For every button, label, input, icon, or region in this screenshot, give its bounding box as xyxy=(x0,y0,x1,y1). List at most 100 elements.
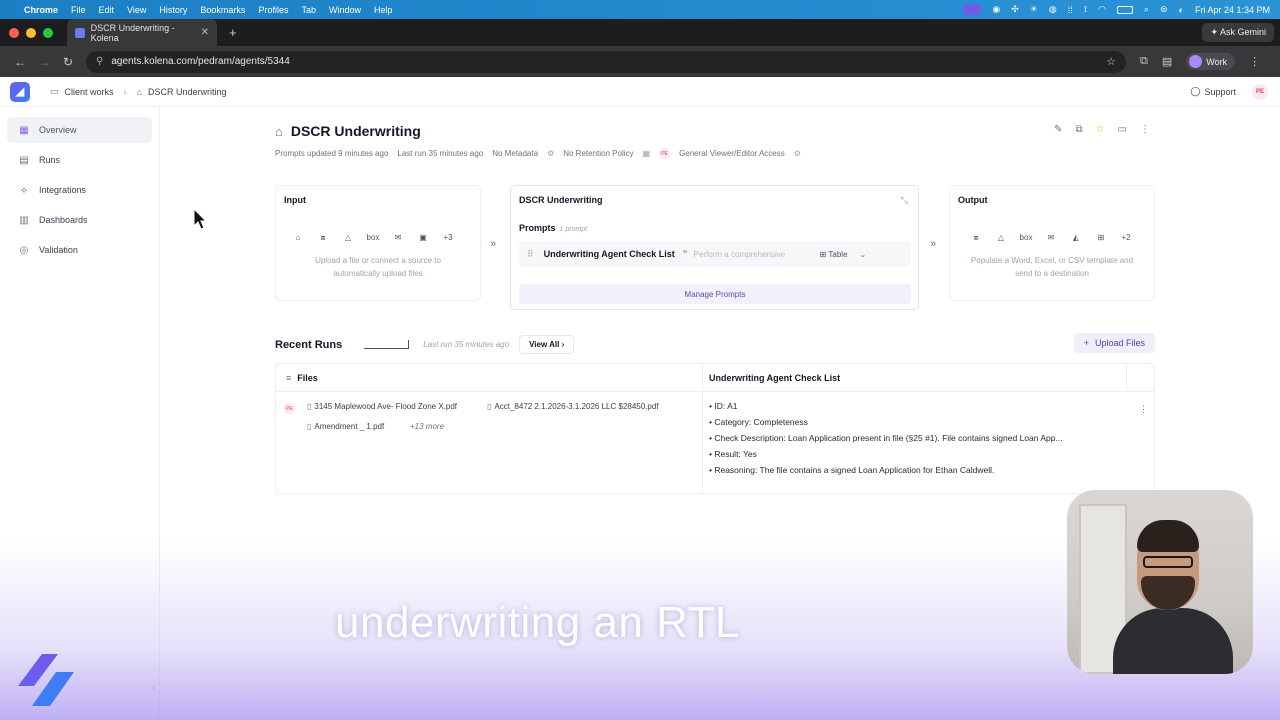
search-icon[interactable]: ⌕ xyxy=(1144,4,1149,15)
sidebar-item-integrations[interactable]: ⟡ Integrations xyxy=(7,177,152,203)
breadcrumb-current[interactable]: DSCR Underwriting xyxy=(148,87,227,97)
slack-icon[interactable]: ✣ xyxy=(1011,4,1019,15)
chrome-menu-icon[interactable]: ⋮ xyxy=(1249,55,1260,68)
file-chip[interactable]: ▯ 3145 Maplewood Ave- Flood Zone X.pdf xyxy=(307,402,457,411)
menu-tab[interactable]: Tab xyxy=(301,5,316,15)
chevron-down-icon[interactable]: ⌄ xyxy=(860,250,867,259)
profile-button[interactable]: Work xyxy=(1186,53,1236,70)
close-window-icon[interactable] xyxy=(9,27,19,38)
ask-gemini-button[interactable]: ✦ Ask Gemini xyxy=(1202,23,1274,42)
user-avatar[interactable]: PE xyxy=(1252,83,1268,100)
new-tab-icon[interactable]: + xyxy=(229,25,237,40)
scan-source-icon[interactable]: ⧈ xyxy=(315,233,331,243)
site-info-icon[interactable]: ⚲ xyxy=(96,56,103,67)
sidebar-item-overview[interactable]: ▦ Overview xyxy=(7,117,152,143)
prompt-type[interactable]: ⊞ Table xyxy=(820,250,848,259)
gmail-icon[interactable]: ▣ xyxy=(415,233,431,243)
side-panel-icon[interactable]: ▤ xyxy=(1162,55,1172,68)
menu-bookmarks[interactable]: Bookmarks xyxy=(200,5,245,15)
bank-icon: ⌂ xyxy=(136,86,142,97)
cast-icon[interactable]: ⟟ xyxy=(1084,4,1087,15)
scan-destination-icon[interactable]: ⧈ xyxy=(968,233,984,243)
menu-view[interactable]: View xyxy=(127,5,146,15)
more-sources[interactable]: +3 xyxy=(440,233,456,243)
duplicate-icon[interactable]: ⧉ xyxy=(1075,124,1082,135)
screen-record-icon[interactable] xyxy=(963,4,982,15)
agent-meta: Prompts updated 9 minutes ago Last run 3… xyxy=(275,148,801,159)
chat-bubble-icon[interactable]: ▭ xyxy=(1118,124,1127,135)
menu-history[interactable]: History xyxy=(159,5,187,15)
email-icon[interactable]: ✉ xyxy=(390,233,406,243)
menu-edit[interactable]: Edit xyxy=(99,5,115,15)
table-destination-icon[interactable]: ⊞ xyxy=(1093,233,1109,243)
onedrive-icon[interactable]: ◭ xyxy=(1068,233,1084,243)
column-header-check-list[interactable]: Underwriting Agent Check List xyxy=(703,364,1127,392)
menubar-clock[interactable]: Fri Apr 24 1:34 PM xyxy=(1195,5,1270,15)
access-status: General Viewer/Editor Access xyxy=(679,149,785,158)
metadata-settings-icon[interactable]: ⚙ xyxy=(547,149,554,158)
menu-file[interactable]: File xyxy=(71,5,86,15)
battery-icon[interactable] xyxy=(1116,5,1133,14)
grid-dots-icon[interactable]: ⁞⁞ xyxy=(1068,5,1073,15)
view-all-button[interactable]: View All › xyxy=(519,335,575,354)
control-center-icon[interactable]: ⊜ xyxy=(1160,4,1168,15)
forward-icon[interactable]: → xyxy=(32,55,56,69)
prompt-row[interactable]: ⠿ Underwriting Agent Check List ❞ Perfor… xyxy=(519,241,911,267)
box-icon[interactable]: box xyxy=(365,233,381,243)
file-name: Amendment _ 1.pdf xyxy=(314,422,385,431)
bookmark-star-icon[interactable]: ☆ xyxy=(1106,55,1116,68)
access-settings-icon[interactable]: ⚙ xyxy=(794,149,801,158)
menu-window[interactable]: Window xyxy=(329,5,361,15)
support-link[interactable]: ◯ Support xyxy=(1190,86,1236,97)
row-more-icon[interactable]: ⋮ xyxy=(1139,404,1148,415)
chevron-right-icon: › xyxy=(561,340,565,349)
more-destinations[interactable]: +2 xyxy=(1118,233,1134,243)
sidebar-item-validation[interactable]: ◎ Validation xyxy=(7,237,152,263)
breadcrumb-client-works[interactable]: Client works xyxy=(65,87,114,97)
sidebar-item-dashboards[interactable]: ▥ Dashboards xyxy=(7,207,152,233)
chat-icon: ◯ xyxy=(1190,86,1201,96)
menu-icon[interactable]: ≡ xyxy=(286,373,291,383)
back-icon[interactable]: ← xyxy=(8,55,32,69)
bank-source-icon[interactable]: ⌂ xyxy=(290,233,306,243)
user-switch-icon[interactable]: ◐ xyxy=(1179,5,1184,15)
google-drive-icon[interactable]: △ xyxy=(993,233,1009,243)
messenger-icon[interactable]: ◉ xyxy=(992,4,1000,15)
edit-icon[interactable]: ✎ xyxy=(1054,124,1062,135)
sun-icon[interactable]: ☀ xyxy=(1030,4,1038,15)
box-icon[interactable]: box xyxy=(1018,233,1034,243)
vpn-icon[interactable]: ◍ xyxy=(1049,4,1057,15)
minimize-icon[interactable]: ⤡ xyxy=(901,195,908,206)
check-list-cell[interactable]: ID: A1 Category: Completeness Check Desc… xyxy=(703,392,1127,493)
minimize-window-icon[interactable] xyxy=(26,27,36,38)
wifi-icon[interactable]: ◠ xyxy=(1098,4,1106,15)
url-bar[interactable]: ⚲ agents.kolena.com/pedram/agents/5344 ☆ xyxy=(86,50,1126,73)
upload-files-button[interactable]: + Upload Files xyxy=(1073,333,1155,353)
profile-label: Work xyxy=(1206,56,1228,67)
sidebar-item-runs[interactable]: ▤ Runs xyxy=(7,147,152,173)
output-card-title: Output xyxy=(958,195,988,205)
column-header-files[interactable]: ≡ Files xyxy=(276,364,703,392)
file-chip[interactable]: ▯ Amendment _ 1.pdf xyxy=(307,422,384,431)
reload-icon[interactable]: ↻ xyxy=(56,55,80,69)
collapse-sidebar-icon[interactable]: ‹ xyxy=(152,683,155,694)
menu-app[interactable]: Chrome xyxy=(24,5,58,15)
extensions-icon[interactable]: ⧉ xyxy=(1140,55,1148,68)
recent-runs-title: Recent Runs xyxy=(275,338,343,351)
menu-help[interactable]: Help xyxy=(374,5,393,15)
menu-profiles[interactable]: Profiles xyxy=(258,5,288,15)
browser-tab[interactable]: DSCR Underwriting - Kolena ✕ xyxy=(67,19,217,46)
file-chip[interactable]: ▯ Acct_8472 2.1.2026-3.1.2026 LLC $28450.… xyxy=(487,402,659,411)
close-tab-icon[interactable]: ✕ xyxy=(201,27,209,38)
kolena-logo-icon[interactable]: ◢ xyxy=(10,81,30,102)
more-files-link[interactable]: +13 more xyxy=(410,422,444,431)
drag-handle-icon[interactable]: ⠿ xyxy=(527,249,534,260)
google-drive-icon[interactable]: △ xyxy=(340,233,356,243)
zoom-window-icon[interactable] xyxy=(43,27,53,38)
favorite-star-icon[interactable]: ☆ xyxy=(1096,124,1105,135)
table-row[interactable]: PE ▯ 3145 Maplewood Ave- Flood Zone X.pdf… xyxy=(276,392,703,493)
retention-calendar-icon[interactable]: ▦ xyxy=(643,149,651,158)
manage-prompts-button[interactable]: Manage Prompts xyxy=(519,284,911,304)
email-icon[interactable]: ✉ xyxy=(1043,233,1059,243)
more-icon[interactable]: ⋮ xyxy=(1140,124,1150,135)
